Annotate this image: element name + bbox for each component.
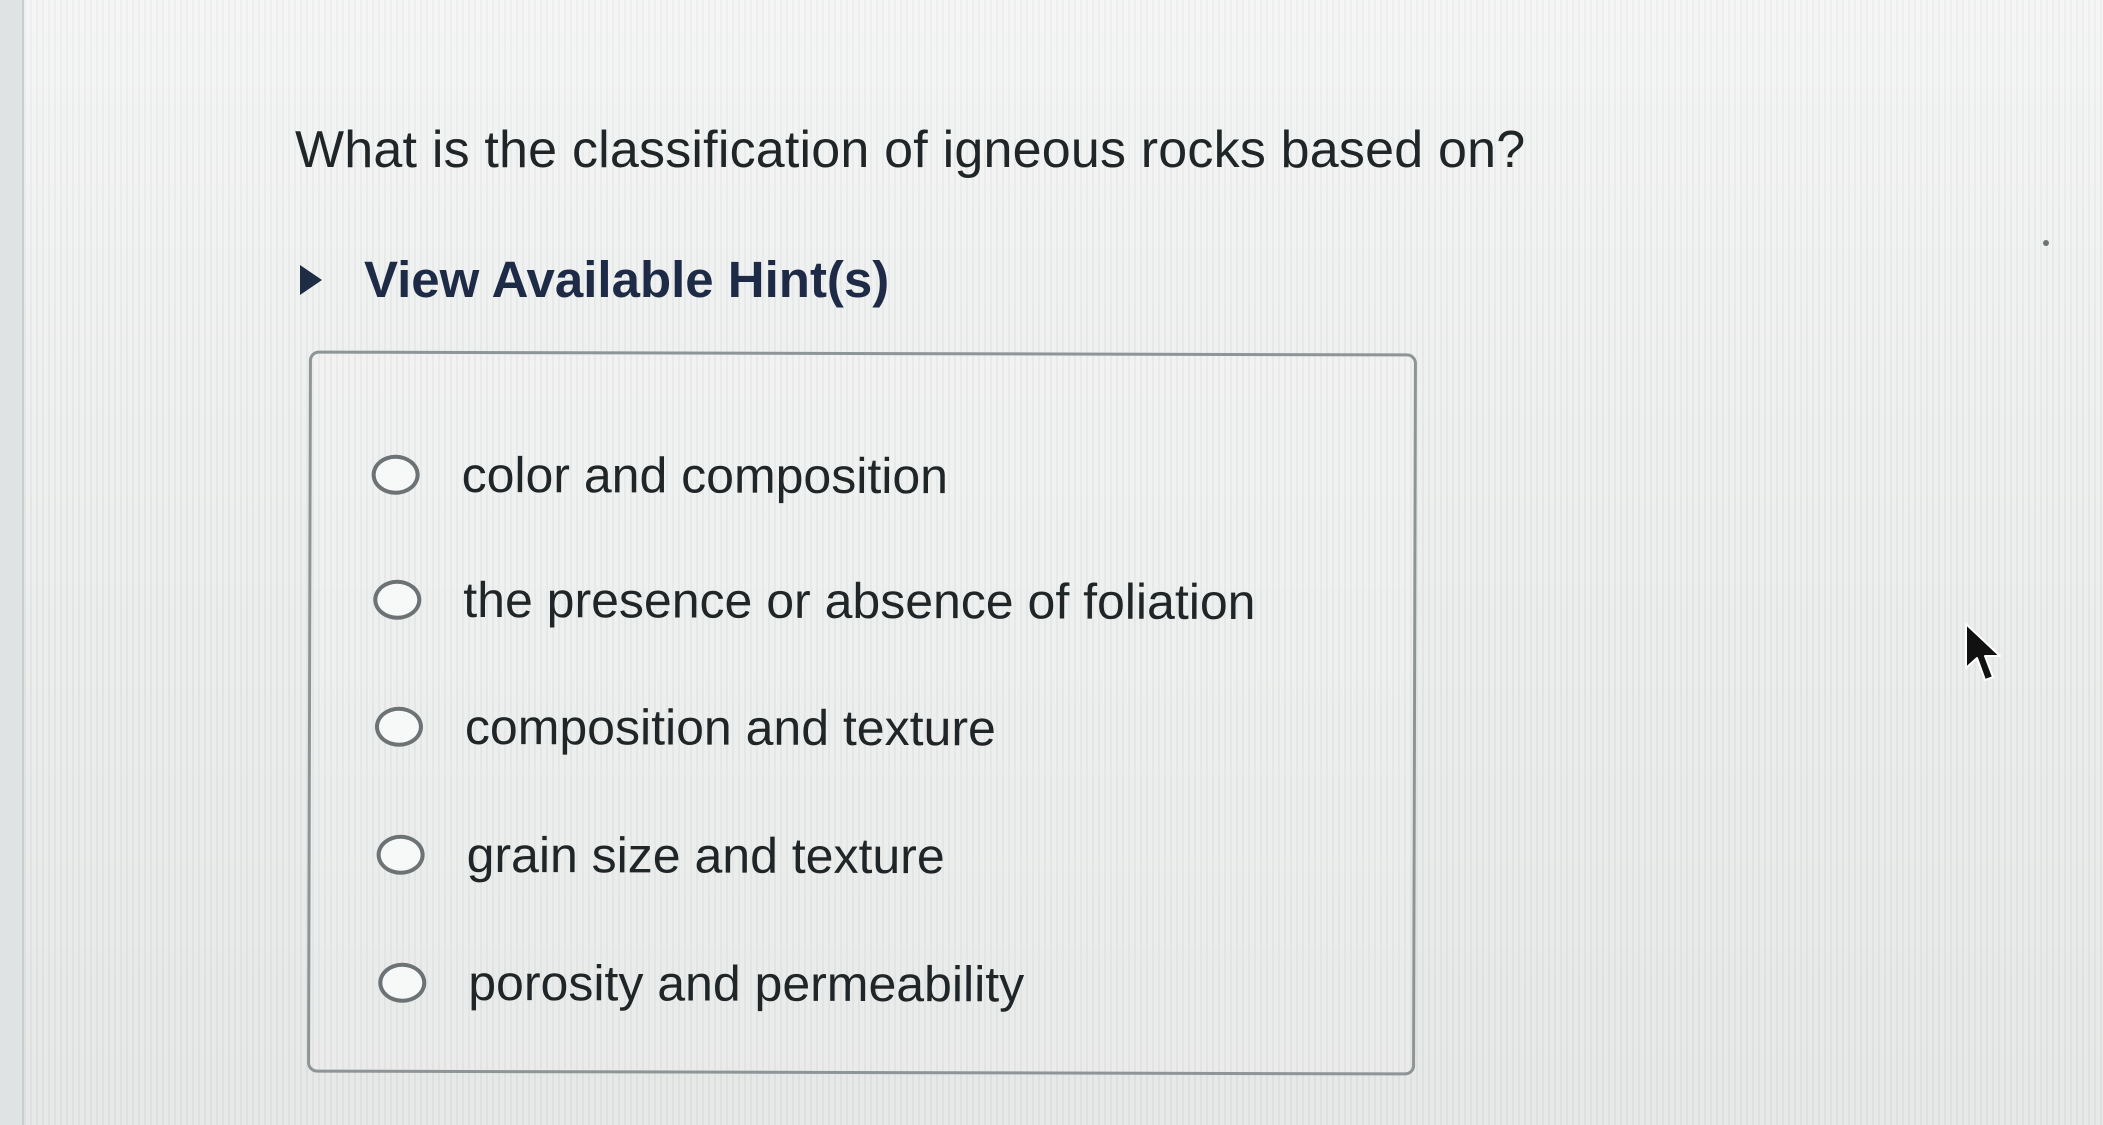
answer-option[interactable]: grain size and texture	[376, 824, 945, 887]
radio-button-icon[interactable]	[378, 962, 427, 1003]
answer-option-label: porosity and permeability	[468, 954, 1025, 1013]
answer-option-label: composition and texture	[464, 698, 996, 757]
answer-option-label: the presence or absence of foliation	[463, 571, 1256, 631]
answer-options-box: color and composition the presence or ab…	[307, 350, 1417, 1076]
radio-button-icon[interactable]	[374, 706, 424, 747]
mouse-pointer-icon	[1965, 623, 2001, 681]
caret-right-icon	[300, 265, 322, 295]
question-area: What is the classification of igneous ro…	[0, 0, 2103, 1125]
answer-option[interactable]: color and composition	[371, 444, 949, 508]
radio-button-icon[interactable]	[376, 834, 425, 875]
question-text: What is the classification of igneous ro…	[295, 121, 1526, 179]
answer-option[interactable]: porosity and permeability	[378, 952, 1024, 1016]
screen-dust-speck	[2043, 240, 2049, 246]
view-hints-toggle[interactable]: View Available Hint(s)	[300, 248, 889, 312]
view-hints-label: View Available Hint(s)	[364, 251, 890, 308]
answer-option[interactable]: composition and texture	[374, 696, 996, 760]
answer-option[interactable]: the presence or absence of foliation	[373, 569, 1256, 633]
radio-button-icon[interactable]	[373, 579, 422, 620]
answer-option-label: grain size and texture	[466, 826, 945, 885]
radio-button-icon[interactable]	[371, 454, 420, 495]
answer-option-label: color and composition	[461, 446, 949, 505]
